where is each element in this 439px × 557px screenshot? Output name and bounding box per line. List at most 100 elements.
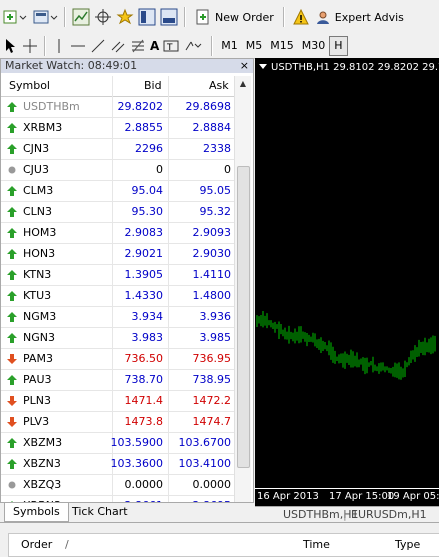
close-icon[interactable]: × [240,59,249,73]
vertical-line-button[interactable] [52,35,66,57]
tab-chart-eurusd[interactable]: EURUSDm,H1 [351,508,427,521]
navigator-button[interactable] [138,6,156,28]
symbol-row[interactable]: USDTHBm 29.8202 29.8698 [1,97,235,118]
toolbar-separator [64,7,66,27]
terminal-panel: Order / Time Type [0,522,439,557]
timeframe-m1[interactable]: M1 [217,37,242,55]
x-tick-label: 16 Apr 2013 [257,491,319,502]
symbol-row[interactable]: XBZQ3 0.0000 0.0000 [1,475,235,496]
symbol-row[interactable]: PLN3 1471.4 1472.2 [1,391,235,412]
up-arrow-icon [7,459,17,469]
price-chart[interactable]: USDTHB,H1 29.8102 29.8202 29.7602 16 Apr… [255,58,439,506]
symbol-name: CJU3 [23,163,49,176]
symbol-row[interactable]: NGM3 3.934 3.936 [1,307,235,328]
column-type[interactable]: Type [395,534,420,556]
crosshair-icon [95,9,111,25]
terminal-button[interactable] [160,6,178,28]
symbol-name: CLM3 [23,184,54,197]
symbol-row[interactable]: CLN3 95.30 95.32 [1,202,235,223]
up-arrow-icon [7,228,17,238]
timeframe-m30[interactable]: M30 [298,37,330,55]
tab-tick-chart[interactable]: Tick Chart [64,503,136,521]
up-arrow-icon [7,249,17,259]
bid-price: 29.8202 [117,100,164,113]
symbol-row[interactable]: PLV3 1473.8 1474.7 [1,412,235,433]
bid-price: 3.934 [131,310,164,323]
column-symbol[interactable]: Symbol [9,76,50,96]
ask-price: 2.9030 [192,247,232,260]
trendline-button[interactable] [90,35,106,57]
symbol-name: CLN3 [23,205,53,218]
symbol-row[interactable]: PAU3 738.70 738.95 [1,370,235,391]
timeframe-h1[interactable]: H [329,36,348,56]
tab-chart-usdthb[interactable]: USDTHBm,H1 [283,508,359,521]
symbol-row[interactable]: CJU3 0 0 [1,160,235,181]
ask-price: 95.32 [199,205,232,218]
x-tick-label: 17 Apr 15:00 [329,491,395,502]
ask-price: 0 [224,163,231,176]
label-button[interactable]: T [163,35,179,57]
symbol-row[interactable]: XBZM3 103.5900 103.6700 [1,433,235,454]
crosshair-button[interactable] [94,6,112,28]
ask-price: 0.0000 [192,478,232,491]
symbol-name: HON3 [23,247,56,260]
fibonacci-button[interactable] [130,35,146,57]
down-arrow-icon [7,417,17,427]
arrows-button[interactable] [183,35,205,57]
up-arrow-icon [7,333,17,343]
column-time[interactable]: Time [303,534,330,556]
symbol-row[interactable]: XRBM3 2.8855 2.8884 [1,118,235,139]
up-arrow-icon [7,375,17,385]
navigator-icon [138,8,156,26]
market-watch-scrollbar[interactable]: ▲ ▼ [234,76,251,516]
timeframe-m5[interactable]: M5 [242,37,267,55]
symbol-row[interactable]: XBZN3 103.3600 103.4100 [1,454,235,475]
tab-symbols[interactable]: Symbols [4,503,69,522]
up-arrow-icon [7,144,17,154]
symbol-row[interactable]: NGN3 3.983 3.985 [1,328,235,349]
scroll-up-icon[interactable]: ▲ [235,76,251,92]
new-order-button[interactable]: New Order [192,6,277,28]
symbol-row[interactable]: HOM3 2.9083 2.9093 [1,223,235,244]
column-bid[interactable]: Bid [144,76,162,96]
up-arrow-icon [7,102,17,112]
bid-price: 0 [156,163,163,176]
symbol-row[interactable]: HON3 2.9021 2.9030 [1,244,235,265]
favorites-button[interactable] [116,6,134,28]
symbol-row[interactable]: CJN3 2296 2338 [1,139,235,160]
bid-price: 103.5900 [110,436,164,449]
bid-price: 95.04 [131,184,164,197]
symbol-row[interactable]: PAM3 736.50 736.95 [1,349,235,370]
chart-menu-icon[interactable] [259,64,267,69]
profiles-button[interactable] [32,6,58,28]
column-ask[interactable]: Ask [209,76,229,96]
scroll-thumb[interactable] [237,166,250,468]
horizontal-line-button[interactable] [70,35,86,57]
text-button[interactable]: A [150,35,159,57]
symbol-row[interactable]: CLM3 95.04 95.05 [1,181,235,202]
bid-price: 1471.4 [124,394,164,407]
ask-price: 1472.2 [192,394,232,407]
sort-icon: / [65,538,69,551]
ask-price: 95.05 [199,184,232,197]
cursor-button[interactable] [2,35,18,57]
crosshair-tool-button[interactable] [22,35,38,57]
ask-price: 2.9093 [192,226,232,239]
timeframe-m15[interactable]: M15 [266,37,298,55]
column-order[interactable]: Order [21,534,52,556]
symbol-row[interactable]: KTN3 1.3905 1.4110 [1,265,235,286]
new-order-icon [196,9,209,25]
symbol-list: USDTHBm 29.8202 29.8698 XRBM3 2.8855 2.8884 CJ… [1,97,235,517]
new-chart-button[interactable] [2,6,28,28]
toolbar-separator [44,36,46,56]
market-watch-header: Symbol Bid Ask [1,76,235,97]
cursor-icon [6,39,15,53]
market-watch-button[interactable] [72,6,90,28]
expert-advisors-button[interactable]: Expert Advis [291,6,406,28]
channel-button[interactable] [110,35,126,57]
trendline-icon [91,39,105,53]
chart-tabs: USDTHBm,H1 | EURUSDm,H1 [255,506,439,523]
main-toolbar: New Order Expert Advis [0,0,439,35]
up-arrow-icon [7,270,17,280]
symbol-row[interactable]: KTU3 1.4330 1.4800 [1,286,235,307]
